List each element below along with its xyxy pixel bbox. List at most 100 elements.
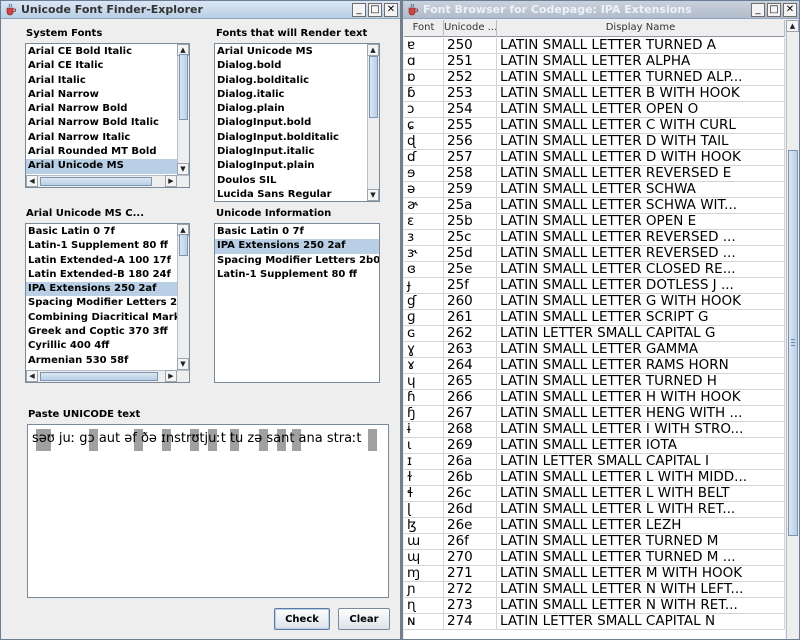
list-item[interactable]: Arial Unicode MS bbox=[26, 159, 177, 174]
list-item[interactable]: Dialog.plain bbox=[215, 102, 367, 116]
clear-button[interactable]: Clear bbox=[338, 608, 390, 630]
list-item[interactable]: Armenian 530 58f bbox=[26, 354, 177, 368]
table-row[interactable]: ɦ 266 LATIN SMALL LETTER H WITH HOOK bbox=[404, 390, 785, 406]
list-item[interactable]: Latin Extended-A 100 17f bbox=[26, 254, 177, 268]
table-row[interactable]: ɡ 261 LATIN SMALL LETTER SCRIPT G bbox=[404, 310, 785, 326]
table-row[interactable]: ɧ 267 LATIN SMALL LETTER HENG WITH ... bbox=[404, 406, 785, 422]
system-fonts-list[interactable]: Arial CE Bold Italic Arial CE Italic Arial… bbox=[25, 43, 190, 188]
ranges-list[interactable]: Basic Latin 0 7f Latin-1 Supplement 80 ff… bbox=[25, 223, 190, 383]
scroll-down-arrow-icon[interactable]: ▼ bbox=[367, 189, 379, 201]
list-item[interactable]: Arial Rounded MT Bold bbox=[26, 145, 177, 159]
list-item[interactable]: DialogInput.italic bbox=[215, 145, 367, 159]
table-row[interactable]: ɕ 255 LATIN SMALL LETTER C WITH CURL bbox=[404, 118, 785, 134]
scroll-down-arrow-icon[interactable]: ▼ bbox=[177, 163, 189, 175]
list-item[interactable]: Spacing Modifier Letters 2b0 2ff bbox=[215, 254, 379, 268]
close-button[interactable]: ✕ bbox=[783, 3, 797, 17]
table-row[interactable]: ɢ 262 LATIN LETTER SMALL CAPITAL G bbox=[404, 326, 785, 342]
scroll-up-arrow-icon[interactable]: ▲ bbox=[786, 20, 799, 32]
scroll-left-arrow-icon[interactable]: ◀ bbox=[26, 370, 38, 382]
list-item[interactable]: Doulos SIL bbox=[215, 174, 367, 188]
table-row[interactable]: ɛ 25b LATIN SMALL LETTER OPEN E bbox=[404, 214, 785, 230]
list-item[interactable]: Greek and Coptic 370 3ff bbox=[26, 325, 177, 339]
finder-titlebar[interactable]: Unicode Font Finder-Explorer _ □ ✕ bbox=[1, 1, 400, 19]
list-item[interactable]: Arial CE Italic bbox=[26, 59, 177, 73]
table-row[interactable]: ɳ 273 LATIN SMALL LETTER N WITH RET... bbox=[404, 598, 785, 614]
list-item[interactable]: Basic Latin 0 7f bbox=[26, 225, 177, 239]
ranges-hscroll[interactable]: ◀ ▶ bbox=[26, 370, 189, 382]
list-item[interactable]: Arial Narrow Italic bbox=[26, 131, 177, 145]
system-fonts-vscroll[interactable]: ▲ ▼ bbox=[177, 44, 189, 175]
table-row[interactable]: ɱ 271 LATIN SMALL LETTER M WITH HOOK bbox=[404, 566, 785, 582]
scroll-thumb[interactable] bbox=[179, 234, 188, 256]
list-item[interactable]: Arial Unicode MS bbox=[215, 45, 367, 59]
table-row[interactable]: ɪ 26a LATIN LETTER SMALL CAPITAL I bbox=[404, 454, 785, 470]
table-row[interactable]: ɩ 269 LATIN SMALL LETTER IOTA bbox=[404, 438, 785, 454]
scroll-right-arrow-icon[interactable]: ▶ bbox=[165, 370, 177, 382]
table-vscroll[interactable]: ▲ bbox=[786, 20, 799, 639]
list-item[interactable]: DialogInput.bold bbox=[215, 116, 367, 130]
table-row[interactable]: ɒ 252 LATIN SMALL LETTER TURNED ALP... bbox=[404, 70, 785, 86]
glyph-table[interactable]: Font Unicode ... Display Name ɐ 250 LATIN … bbox=[404, 20, 785, 639]
column-header-display-name[interactable]: Display Name bbox=[497, 20, 785, 37]
column-header-font[interactable]: Font bbox=[404, 20, 444, 37]
list-item[interactable]: Latin Extended-B 180 24f bbox=[26, 268, 177, 282]
browser-titlebar[interactable]: Font Browser for Codepage: IPA Extension… bbox=[403, 1, 799, 19]
table-row[interactable]: ɯ 26f LATIN SMALL LETTER TURNED M bbox=[404, 534, 785, 550]
scroll-thumb[interactable] bbox=[40, 177, 152, 186]
scroll-thumb[interactable] bbox=[179, 54, 188, 120]
list-item[interactable]: Dialog.bold bbox=[215, 59, 367, 73]
table-row[interactable]: ɭ 26d LATIN SMALL LETTER L WITH RET... bbox=[404, 502, 785, 518]
system-fonts-hscroll[interactable]: ◀ ▶ bbox=[26, 175, 189, 187]
list-item[interactable]: Dialog.bolditalic bbox=[215, 74, 367, 88]
list-item[interactable]: Lucida Sans Regular bbox=[215, 188, 367, 201]
render-fonts-list[interactable]: Arial Unicode MS Dialog.bold Dialog.boldit… bbox=[214, 43, 380, 202]
list-item[interactable]: Dialog.italic bbox=[215, 88, 367, 102]
list-item[interactable]: Spacing Modifier Letters 2b0 2ff bbox=[26, 296, 189, 310]
list-item[interactable]: IPA Extensions 250 2af bbox=[215, 239, 379, 254]
scroll-up-arrow-icon[interactable]: ▲ bbox=[367, 44, 379, 56]
list-item[interactable]: Basic Latin 0 7f bbox=[215, 225, 379, 239]
scroll-right-arrow-icon[interactable]: ▶ bbox=[165, 175, 177, 187]
list-item[interactable]: Arial Narrow Bold bbox=[26, 102, 177, 116]
table-row[interactable]: ə 259 LATIN SMALL LETTER SCHWA bbox=[404, 182, 785, 198]
table-row[interactable]: ɲ 272 LATIN SMALL LETTER N WITH LEFT... bbox=[404, 582, 785, 598]
table-row[interactable]: ɬ 26c LATIN SMALL LETTER L WITH BELT bbox=[404, 486, 785, 502]
minimize-button[interactable]: _ bbox=[352, 3, 366, 17]
check-button[interactable]: Check bbox=[274, 608, 330, 630]
list-item[interactable]: DialogInput.plain bbox=[215, 159, 367, 173]
close-button[interactable]: ✕ bbox=[384, 3, 398, 17]
list-item[interactable]: Combining Diacritical Marks 300 bbox=[26, 311, 189, 325]
table-row[interactable]: ɝ 25d LATIN SMALL LETTER REVERSED ... bbox=[404, 246, 785, 262]
list-item[interactable]: Arial CE Bold Italic bbox=[26, 45, 177, 59]
table-row[interactable]: ɰ 270 LATIN SMALL LETTER TURNED M ... bbox=[404, 550, 785, 566]
minimize-button[interactable]: _ bbox=[751, 3, 765, 17]
column-header-unicode[interactable]: Unicode ... bbox=[444, 20, 497, 37]
scroll-thumb[interactable] bbox=[369, 56, 378, 118]
table-row[interactable]: ɖ 256 LATIN SMALL LETTER D WITH TAIL bbox=[404, 134, 785, 150]
table-row[interactable]: ɗ 257 LATIN SMALL LETTER D WITH HOOK bbox=[404, 150, 785, 166]
table-row[interactable]: ɘ 258 LATIN SMALL LETTER REVERSED E bbox=[404, 166, 785, 182]
list-item[interactable]: Arial Italic bbox=[26, 74, 177, 88]
table-row[interactable]: ɓ 253 LATIN SMALL LETTER B WITH HOOK bbox=[404, 86, 785, 102]
table-row[interactable]: ɥ 265 LATIN SMALL LETTER TURNED H bbox=[404, 374, 785, 390]
table-row[interactable]: ɣ 263 LATIN SMALL LETTER GAMMA bbox=[404, 342, 785, 358]
render-fonts-vscroll[interactable]: ▲ ▼ bbox=[367, 44, 379, 201]
list-item[interactable]: Cyrillic 400 4ff bbox=[26, 339, 177, 353]
table-row[interactable]: ɫ 26b LATIN SMALL LETTER L WITH MIDD... bbox=[404, 470, 785, 486]
table-row[interactable]: ɑ 251 LATIN SMALL LETTER ALPHA bbox=[404, 54, 785, 70]
unicode-info-list[interactable]: Basic Latin 0 7f IPA Extensions 250 2af Sp… bbox=[214, 223, 380, 383]
ranges-vscroll[interactable]: ▲ ▼ bbox=[177, 224, 189, 370]
maximize-button[interactable]: □ bbox=[368, 3, 382, 17]
list-item[interactable]: Arial Narrow Bold Italic bbox=[26, 116, 177, 130]
table-row[interactable]: ɚ 25a LATIN SMALL LETTER SCHWA WIT... bbox=[404, 198, 785, 214]
scroll-down-arrow-icon[interactable]: ▼ bbox=[177, 358, 189, 370]
table-row[interactable]: ɤ 264 LATIN SMALL LETTER RAMS HORN bbox=[404, 358, 785, 374]
list-item[interactable]: Latin-1 Supplement 80 ff bbox=[215, 268, 379, 282]
table-row[interactable]: ɞ 25e LATIN SMALL LETTER CLOSED RE... bbox=[404, 262, 785, 278]
list-item[interactable]: Latin-1 Supplement 80 ff bbox=[26, 239, 177, 253]
table-row[interactable]: ɔ 254 LATIN SMALL LETTER OPEN O bbox=[404, 102, 785, 118]
list-item[interactable]: DialogInput.bolditalic bbox=[215, 131, 367, 145]
scroll-left-arrow-icon[interactable]: ◀ bbox=[26, 175, 38, 187]
maximize-button[interactable]: □ bbox=[767, 3, 781, 17]
table-row[interactable]: ɮ 26e LATIN SMALL LETTER LEZH bbox=[404, 518, 785, 534]
